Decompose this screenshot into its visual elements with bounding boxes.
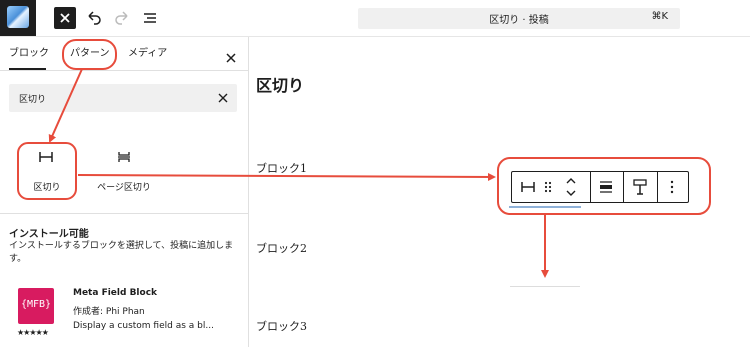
toolbar-divider [590, 172, 591, 202]
installable-heading: インストール可能 [9, 229, 89, 240]
undo-button[interactable] [84, 8, 104, 28]
page-break-icon [118, 152, 130, 162]
paragraph-block[interactable]: ブロック3 [256, 318, 307, 334]
tab-patterns[interactable]: パターン [70, 44, 110, 59]
toolbar-active-indicator [509, 206, 581, 208]
plugin-logo: {MFB} [18, 288, 54, 324]
toggle-inserter-button[interactable] [54, 7, 76, 29]
drag-handle-icon[interactable] [543, 180, 553, 194]
toolbar-divider [623, 172, 624, 202]
redo-button[interactable] [112, 8, 132, 28]
style-icon[interactable] [631, 178, 649, 196]
more-options-icon[interactable] [668, 180, 676, 194]
move-down-icon[interactable] [564, 188, 578, 198]
undo-icon [88, 11, 101, 25]
redo-icon [115, 11, 128, 25]
close-icon [60, 13, 70, 23]
search-value: 区切り [19, 95, 47, 105]
installable-description: インストールするブロックを選択して、投稿に追加します。 [9, 241, 234, 264]
align-icon[interactable] [598, 180, 614, 194]
command-title: 区切り · 投稿 [489, 15, 549, 26]
command-palette-button[interactable]: 区切り · 投稿 ⌘K [358, 8, 680, 29]
wordpress-site-icon [7, 6, 29, 28]
paragraph-block[interactable]: ブロック2 [256, 240, 307, 256]
block-label-separator: 区切り [33, 183, 61, 193]
block-search-input[interactable]: 区切り [9, 84, 237, 112]
block-label-page-break: ページ区切り [97, 183, 151, 193]
clear-search-icon[interactable] [218, 93, 228, 103]
tab-blocks[interactable]: ブロック [9, 44, 49, 59]
close-inserter-button[interactable] [225, 49, 237, 68]
rating-stars: ★★★★★ [17, 328, 49, 337]
document-overview-icon [144, 13, 156, 23]
tab-media[interactable]: メディア [128, 44, 167, 59]
block-toolbar [511, 171, 689, 203]
separator-icon[interactable] [520, 180, 536, 194]
separator-block[interactable] [510, 286, 580, 287]
separator-icon [39, 152, 53, 162]
toolbar-divider [657, 172, 658, 202]
site-icon-button[interactable] [0, 0, 36, 36]
plugin-author: 作成者: Phi Phan [73, 307, 145, 317]
tabs-divider [0, 70, 248, 71]
paragraph-block[interactable]: ブロック1 [256, 160, 307, 176]
document-overview-button[interactable] [140, 8, 160, 28]
plugin-description: Display a custom field as a bl... [73, 321, 214, 331]
close-icon [226, 53, 236, 63]
plugin-name: Meta Field Block [73, 288, 158, 298]
section-divider [0, 213, 248, 214]
command-shortcut: ⌘K [651, 11, 668, 22]
post-title[interactable]: 区切り [256, 72, 304, 96]
move-up-icon[interactable] [564, 176, 578, 186]
